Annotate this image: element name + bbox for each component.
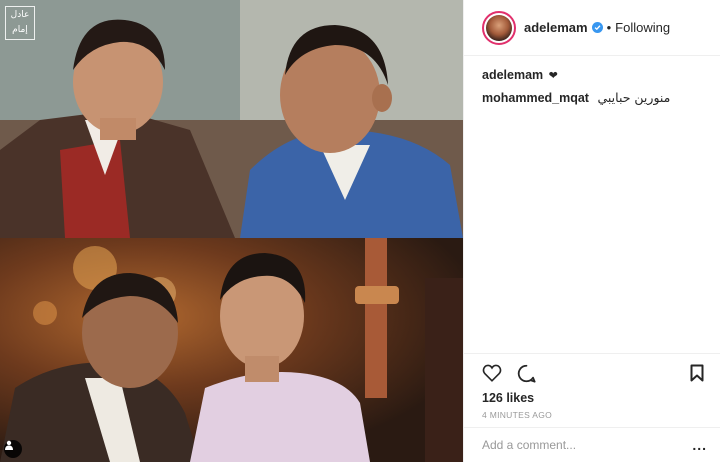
- comment-text: ❤: [548, 70, 558, 82]
- tagged-people-icon[interactable]: [4, 440, 22, 458]
- post-media[interactable]: عادل إمام: [0, 0, 463, 462]
- post-sidebar: adelemam • Following adelemam ❤ mohammed…: [463, 0, 720, 462]
- comment-bubble-icon[interactable]: [516, 363, 536, 383]
- bottom-photo: [0, 238, 463, 462]
- post-timestamp[interactable]: 4 MINUTES AGO: [482, 410, 552, 420]
- post-author-username[interactable]: adelemam: [524, 20, 588, 35]
- channel-watermark-logo: عادل إمام: [5, 6, 35, 40]
- top-photo: عادل إمام: [0, 0, 463, 238]
- comments-list: adelemam ❤ mohammed_mqat منورين حبايبي: [482, 66, 710, 111]
- post-actions: 126 likes 4 MINUTES AGO: [464, 353, 720, 427]
- verified-badge-icon: [591, 22, 603, 33]
- add-comment-bar: ...: [464, 427, 720, 462]
- list-item: adelemam ❤: [482, 66, 710, 85]
- bookmark-icon[interactable]: [687, 363, 707, 383]
- comment-username[interactable]: adelemam: [482, 68, 543, 82]
- likes-count[interactable]: 126 likes: [482, 391, 534, 405]
- following-button[interactable]: Following: [615, 20, 670, 35]
- add-comment-input[interactable]: [482, 438, 693, 452]
- list-item: mohammed_mqat منورين حبايبي: [482, 89, 710, 107]
- heart-icon[interactable]: [482, 363, 502, 383]
- watermark-line-2: إمام: [12, 25, 28, 35]
- comment-username[interactable]: mohammed_mqat: [482, 91, 589, 105]
- comment-text: منورين حبايبي: [597, 90, 671, 105]
- post-header: adelemam • Following: [464, 0, 720, 56]
- avatar[interactable]: [482, 10, 516, 45]
- more-options-button[interactable]: ...: [692, 437, 707, 453]
- watermark-line-1: عادل: [10, 10, 30, 20]
- header-separator: •: [606, 20, 612, 35]
